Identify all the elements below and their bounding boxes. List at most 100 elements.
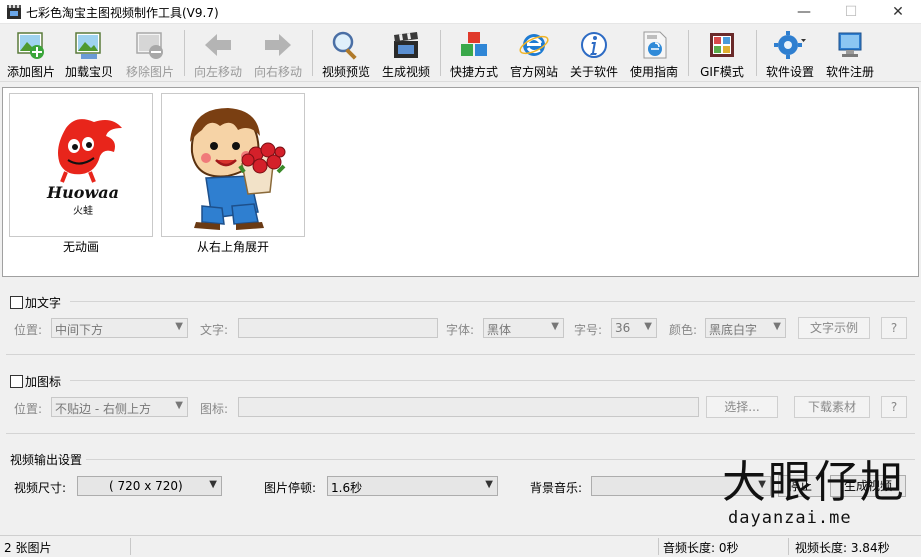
add-icon-label: 加图标 [25, 375, 62, 389]
logo-subtext: 火蛙 [73, 204, 93, 217]
load-product-icon [75, 32, 101, 59]
logo-text: Huowaa [46, 183, 119, 202]
section-divider [70, 301, 915, 302]
text-example-button[interactable]: 文字示例 [798, 317, 870, 339]
thumbnail-caption: 从右上角展开 [196, 240, 269, 254]
preview-video-label: 视频预览 [321, 65, 370, 79]
clapperboard-icon [394, 32, 418, 58]
chevron-down-icon: ▼ [175, 321, 183, 332]
settings-button[interactable]: 软件设置 [760, 28, 820, 80]
watermark-logo-text: 大眼仔旭 [722, 457, 906, 508]
section-divider [6, 354, 915, 355]
chevron-down-icon: ▼ [551, 321, 559, 332]
guide-button[interactable]: 使用指南 [626, 28, 682, 80]
add-image-label: 添加图片 [6, 65, 55, 79]
preview-video-button[interactable]: 视频预览 [318, 28, 374, 80]
window-title: 七彩色淘宝主图视频制作工具(V9.7) [26, 6, 219, 20]
cubes-icon [461, 32, 487, 56]
add-text-label: 加文字 [25, 296, 62, 310]
chevron-down-icon: ▼ [175, 400, 183, 411]
add-image-button[interactable]: 添加图片 [2, 28, 60, 80]
checkbox-box[interactable] [10, 296, 23, 309]
image-thumbnail[interactable]: Huowaa 火蛙 [9, 93, 153, 237]
register-label: 软件注册 [825, 65, 874, 79]
image-pause-select[interactable]: 1.6秒 ▼ [327, 476, 498, 496]
toolbar: 添加图片 加载宝贝 移除图片 向左移动 向右移动 视频预览 生成视频 快捷方式 … [0, 24, 921, 82]
remove-image-label: 移除图片 [125, 65, 174, 79]
text-content-label: 文字: [200, 323, 229, 337]
download-material-button[interactable]: 下载素材 [794, 396, 870, 418]
image-list[interactable]: Huowaa 火蛙 无动画 从右上角展开 [2, 87, 919, 277]
monitor-icon [838, 32, 862, 57]
move-left-button[interactable]: 向左移动 [190, 28, 246, 80]
color-select[interactable]: 黑底白字 ▼ [705, 318, 786, 338]
minimize-button[interactable]: — [781, 0, 827, 24]
watermark: 大眼仔旭 dayanzai.me [722, 446, 912, 534]
load-product-button[interactable]: 加载宝贝 [62, 28, 116, 80]
guide-label: 使用指南 [629, 65, 678, 79]
icon-position-select[interactable]: 不贴边 - 右侧上方 ▼ [51, 397, 188, 417]
video-size-label: 视频尺寸: [14, 481, 67, 495]
magnifier-icon [332, 31, 357, 60]
toolbar-separator [440, 30, 441, 76]
color-label: 颜色: [669, 323, 698, 337]
font-size-value: 36 [615, 321, 631, 335]
chevron-down-icon: ▼ [644, 321, 652, 332]
image-count: 2 张图片 [4, 541, 52, 555]
choose-icon-button[interactable]: 选择... [706, 396, 778, 418]
official-site-button[interactable]: 官方网站 [506, 28, 562, 80]
film-frames-icon [710, 33, 734, 57]
internet-explorer-icon [519, 34, 549, 56]
video-length: 视频长度: 3.84秒 [795, 541, 890, 555]
chevron-down-icon: ▼ [209, 479, 217, 490]
generate-video-label: 生成视频 [381, 65, 430, 79]
color-value: 黑底白字 [709, 323, 758, 337]
image-thumbnail[interactable] [161, 93, 305, 237]
add-text-checkbox[interactable]: 加文字 [10, 294, 61, 311]
chevron-down-icon: ▼ [773, 321, 781, 332]
remove-image-button[interactable]: 移除图片 [120, 28, 180, 80]
text-help-button[interactable]: ? [881, 317, 907, 339]
register-button[interactable]: 软件注册 [822, 28, 878, 80]
watermark-url: dayanzai.me [728, 508, 852, 528]
font-value: 黑体 [487, 323, 512, 337]
icon-file-input[interactable] [238, 397, 699, 417]
image-pause-label: 图片停顿: [264, 481, 317, 495]
add-icon-checkbox[interactable]: 加图标 [10, 373, 61, 390]
arrow-left-icon [205, 34, 231, 56]
status-divider [788, 538, 789, 555]
remove-image-icon [136, 32, 163, 59]
checkbox-box[interactable] [10, 375, 23, 388]
chevron-down-icon: ▼ [485, 479, 493, 490]
about-button[interactable]: 关于软件 [566, 28, 622, 80]
background-music-label: 背景音乐: [530, 481, 583, 495]
toolbar-separator [312, 30, 313, 76]
move-right-button[interactable]: 向右移动 [250, 28, 306, 80]
gif-mode-button[interactable]: GIF模式 [694, 28, 750, 80]
video-size-value: ( 720 x 720) [109, 479, 183, 493]
text-position-value: 中间下方 [55, 323, 104, 337]
section-divider [6, 433, 915, 434]
close-button[interactable]: ✕ [875, 0, 921, 24]
arrow-right-icon [265, 34, 291, 56]
app-icon [7, 5, 21, 19]
font-select[interactable]: 黑体 ▼ [483, 318, 564, 338]
icon-file-label: 图标: [200, 402, 229, 416]
official-site-label: 官方网站 [509, 65, 558, 79]
toolbar-separator [688, 30, 689, 76]
status-divider [658, 538, 659, 555]
status-bar: 2 张图片 音频长度: 0秒 视频长度: 3.84秒 [0, 535, 921, 557]
icon-help-button[interactable]: ? [881, 396, 907, 418]
huowaa-logo-image: Huowaa 火蛙 [46, 119, 122, 217]
generate-video-button[interactable]: 生成视频 [378, 28, 434, 80]
add-image-icon [17, 32, 44, 59]
text-position-select[interactable]: 中间下方 ▼ [51, 318, 188, 338]
shortcut-button[interactable]: 快捷方式 [446, 28, 502, 80]
icon-position-value: 不贴边 - 右侧上方 [55, 402, 151, 416]
maximize-button[interactable]: ☐ [828, 0, 874, 24]
shortcut-label: 快捷方式 [449, 65, 498, 79]
cartoon-boy-image [190, 108, 286, 230]
text-content-input[interactable] [238, 318, 438, 338]
font-size-select[interactable]: 36 ▼ [611, 318, 657, 338]
video-size-select[interactable]: ( 720 x 720) ▼ [77, 476, 222, 496]
